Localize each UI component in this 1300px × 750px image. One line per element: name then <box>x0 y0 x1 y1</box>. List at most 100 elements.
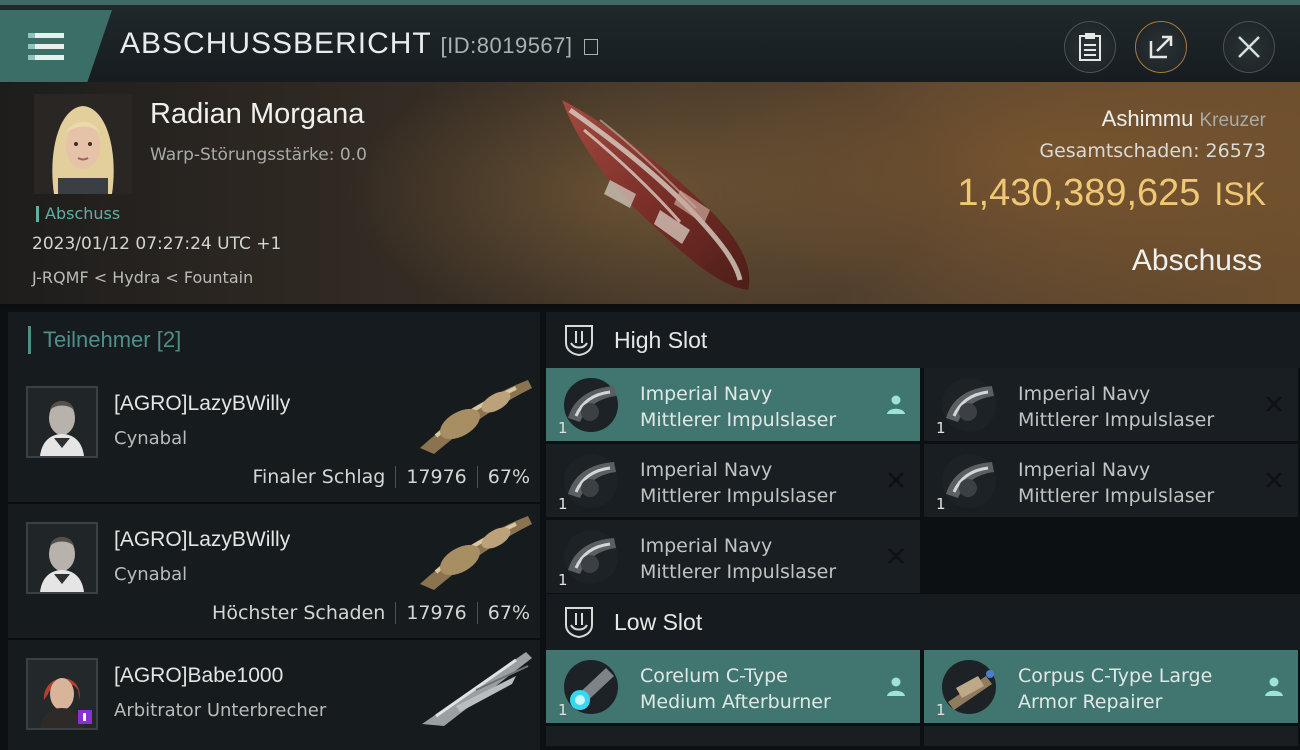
person-icon <box>887 395 905 414</box>
close-icon <box>1238 36 1260 58</box>
victim-summary: Radian Morgana Warp-Störungsstärke: 0.0 … <box>0 82 1300 306</box>
kill-id: [ID:8019567] <box>440 33 573 58</box>
copy-icon[interactable] <box>583 39 598 55</box>
high-slot-header: High Slot <box>546 312 1300 368</box>
module-quantity: 1 <box>936 419 946 437</box>
participant-ship-image[interactable] <box>416 510 536 590</box>
kill-result: Abschuss <box>1131 244 1262 277</box>
victim-name[interactable]: Radian Morgana <box>150 98 364 131</box>
module-name-line2: Medium Afterburner <box>640 691 831 713</box>
participants-panel: Teilnehmer [2] [AGRO]LazyBWilly Cynabal … <box>8 312 540 750</box>
module-name: Imperial Navy Mittlerer Impulslaser <box>1018 381 1214 433</box>
participant-avatar[interactable] <box>26 386 98 458</box>
participant-damage: 17976 <box>406 466 467 488</box>
armor-repairer-module-icon <box>942 660 996 714</box>
module-item[interactable]: 1 Imperial Navy Mittlerer Impulslaser <box>546 368 920 441</box>
module-item-partial[interactable] <box>546 726 920 746</box>
victim-ship[interactable]: Ashimmu Kreuzer <box>1102 106 1266 132</box>
participant-role: Höchster Schaden <box>212 602 386 624</box>
module-name-line2: Mittlerer Impulslaser <box>640 409 837 431</box>
module-name-line1: Imperial Navy <box>640 459 773 481</box>
page-title: ABSCHUSSBERICHT [ID:8019567] <box>120 27 598 61</box>
clipboard-button[interactable] <box>1064 21 1116 73</box>
participant-name[interactable]: [AGRO]LazyBWilly <box>114 528 290 552</box>
participant-ship: Arbitrator Unterbrecher <box>114 700 327 721</box>
kill-tag: Abschuss <box>36 206 120 222</box>
participant-ship-image[interactable] <box>416 374 536 454</box>
module-name-line2: Mittlerer Impulslaser <box>640 485 837 507</box>
module-name: Imperial Navy Mittlerer Impulslaser <box>640 381 836 433</box>
destroyed-x-icon <box>888 472 904 488</box>
isk-value: 1,430,389,625 ISK <box>957 172 1266 215</box>
kill-datetime: 2023/01/12 07:27:24 UTC +1 <box>32 234 282 254</box>
module-item[interactable]: 1 Imperial Navy Mittlerer Impulslaser <box>924 444 1298 517</box>
module-quantity: 1 <box>936 495 946 513</box>
participant-row[interactable]: [AGRO]LazyBWilly Cynabal Höchster Schade… <box>8 504 540 640</box>
top-bar: ABSCHUSSBERICHT [ID:8019567] <box>0 0 1300 82</box>
pilot-portrait-image <box>28 660 96 728</box>
low-slot-icon <box>565 607 593 639</box>
module-name: Imperial Navy Mittlerer Impulslaser <box>640 533 836 585</box>
high-slot-icon <box>565 325 593 357</box>
module-quantity: 1 <box>558 419 568 437</box>
total-damage: Gesamtschaden: 26573 <box>1039 140 1266 162</box>
participant-name[interactable]: [AGRO]LazyBWilly <box>114 392 290 416</box>
module-item[interactable]: 1 Imperial Navy Mittlerer Impulslaser <box>546 520 920 593</box>
participant-row[interactable]: [AGRO]Babe1000 Arbitrator Unterbrecher <box>8 640 540 750</box>
participant-avatar[interactable] <box>26 658 98 730</box>
module-name-line1: Imperial Navy <box>1018 459 1151 481</box>
destroyed-x-icon <box>1266 472 1282 488</box>
pilot-portrait-image <box>28 524 96 592</box>
participant-ship: Cynabal <box>114 564 188 585</box>
share-button[interactable] <box>1135 21 1187 73</box>
module-name-line1: Imperial Navy <box>1018 383 1151 405</box>
module-item-partial[interactable] <box>924 726 1298 746</box>
module-name-line2: Armor Repairer <box>1018 691 1163 713</box>
module-name: Corelum C-Type Medium Afterburner <box>640 663 831 715</box>
module-item[interactable]: 1 Corelum C-Type Medium Afterburner <box>546 650 920 723</box>
participants-label: Teilnehmer <box>43 327 151 352</box>
module-quantity: 1 <box>558 495 568 513</box>
destroyed-x-icon <box>1266 396 1282 412</box>
victim-ship-class: Kreuzer <box>1199 110 1266 131</box>
page-title-text: ABSCHUSSBERICHT <box>120 27 432 60</box>
afterburner-module-icon <box>564 660 618 714</box>
module-item[interactable]: 1 Imperial Navy Mittlerer Impulslaser <box>546 444 920 517</box>
total-damage-label: Gesamtschaden: <box>1039 140 1200 162</box>
stat-divider <box>395 602 397 624</box>
share-icon <box>1149 35 1173 59</box>
laser-module-icon <box>564 454 618 508</box>
header-accent-bar <box>28 326 31 354</box>
module-item[interactable]: 1 Imperial Navy Mittlerer Impulslaser <box>924 368 1298 441</box>
participant-row[interactable]: [AGRO]LazyBWilly Cynabal Finaler Schlag … <box>8 368 540 504</box>
module-name-line1: Corpus C-Type Large <box>1018 665 1213 687</box>
warp-strength: Warp-Störungsstärke: 0.0 <box>150 145 367 165</box>
stat-divider <box>476 466 478 488</box>
victim-ship-image[interactable] <box>540 90 770 300</box>
participant-avatar[interactable] <box>26 522 98 594</box>
module-name: Corpus C-Type Large Armor Repairer <box>1018 663 1212 715</box>
participant-ship-image[interactable] <box>416 646 536 726</box>
participant-role: Finaler Schlag <box>252 466 386 488</box>
laser-module-icon <box>564 530 618 584</box>
module-name: Imperial Navy Mittlerer Impulslaser <box>640 457 836 509</box>
participant-percent: 67% <box>487 466 530 488</box>
close-button[interactable] <box>1223 21 1275 73</box>
victim-portrait[interactable] <box>34 94 132 194</box>
participant-percent: 67% <box>487 602 530 624</box>
module-name-line2: Mittlerer Impulslaser <box>640 561 837 583</box>
participant-name[interactable]: [AGRO]Babe1000 <box>114 664 283 688</box>
menu-button[interactable] <box>0 10 112 82</box>
participant-damage: 17976 <box>406 602 467 624</box>
module-quantity: 1 <box>558 701 568 719</box>
module-item[interactable]: 1 Corpus C-Type Large Armor Repairer <box>924 650 1298 723</box>
module-name-line2: Mittlerer Impulslaser <box>1018 485 1215 507</box>
destroyed-x-icon <box>888 548 904 564</box>
kill-location[interactable]: J-RQMF < Hydra < Fountain <box>32 268 253 287</box>
clipboard-icon <box>1079 33 1101 61</box>
module-name-line1: Corelum C-Type <box>640 665 788 687</box>
pilot-portrait-image <box>28 388 96 456</box>
empty-slot-cell <box>924 520 1298 593</box>
laser-module-icon <box>942 378 996 432</box>
stat-divider <box>476 602 478 624</box>
